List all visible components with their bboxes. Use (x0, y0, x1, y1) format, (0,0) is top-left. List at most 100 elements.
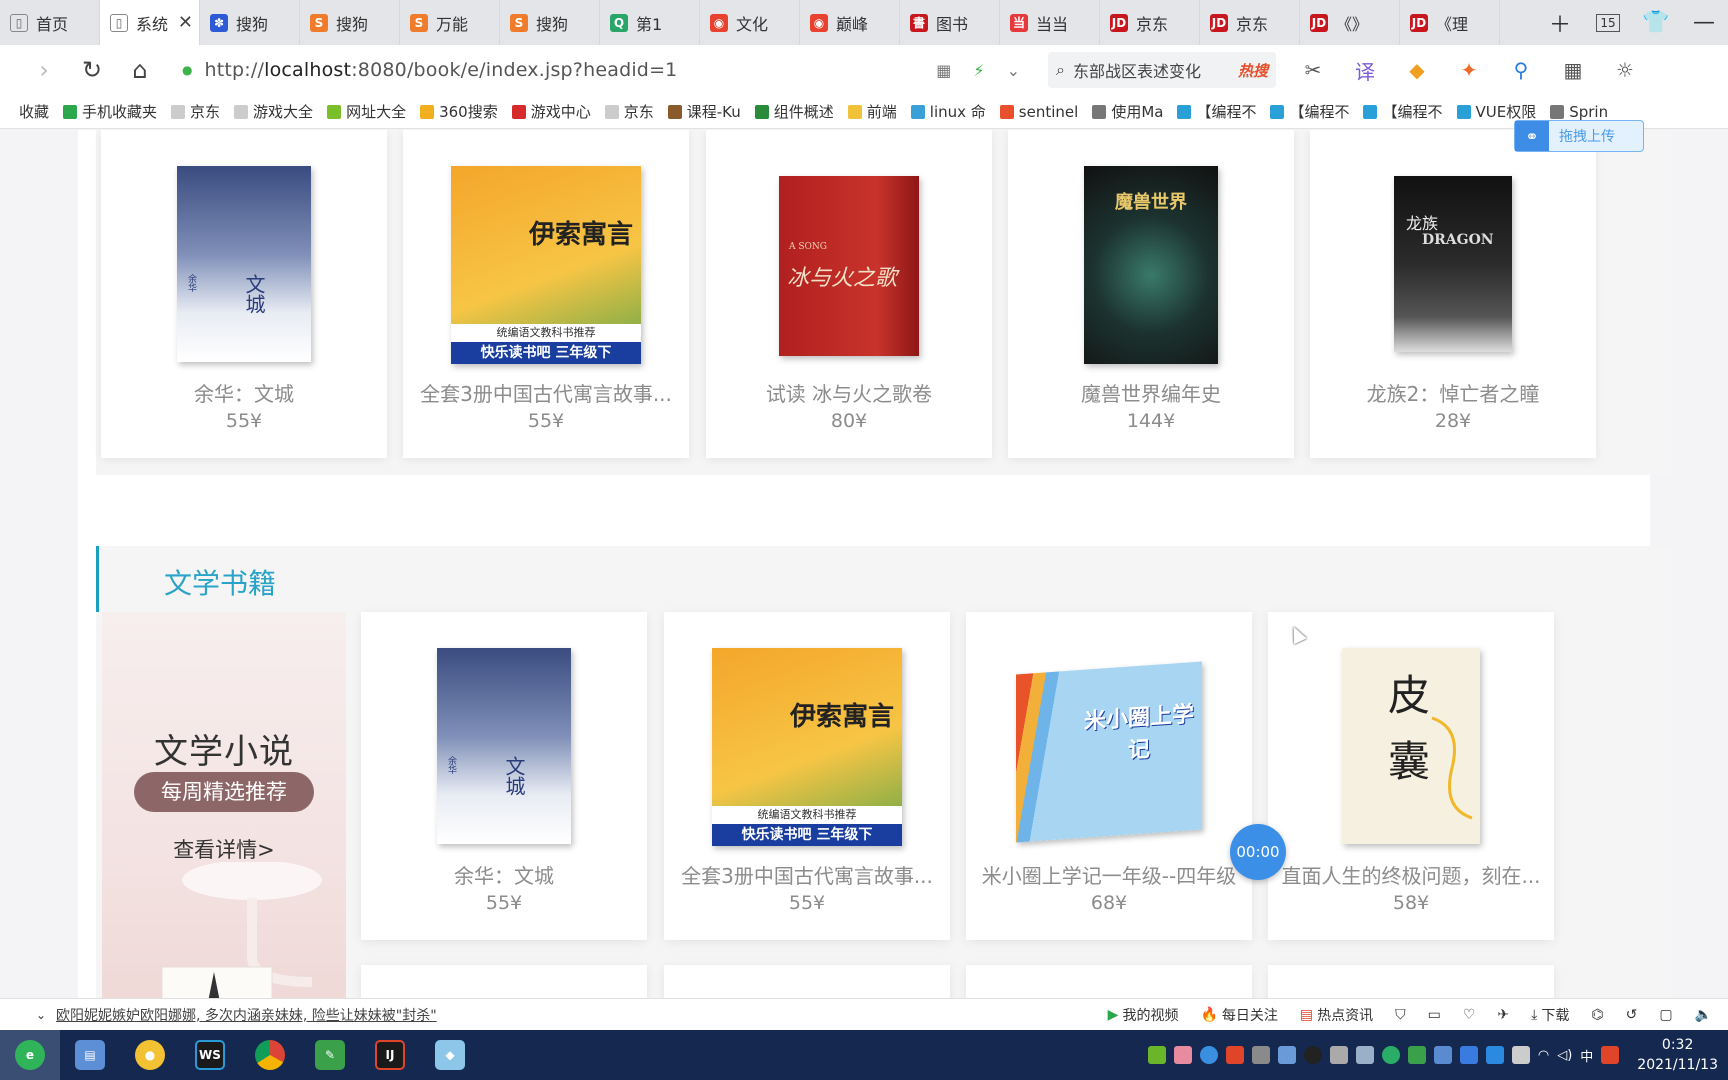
book-cover[interactable]: 皮 囊 (1342, 648, 1480, 844)
book-cover[interactable]: 文城 余华 (177, 166, 311, 362)
lightning-icon[interactable]: ⚡ (973, 61, 984, 80)
bookmark-item[interactable]: 网址大全 (327, 101, 406, 122)
book-cover[interactable]: 龙族 DRAGON (1394, 166, 1512, 352)
taskbar-qq-app[interactable]: ● (120, 1030, 180, 1080)
book-title[interactable]: 余华：文城 (369, 860, 639, 889)
ime-indicator[interactable]: 中 (1580, 1046, 1593, 1065)
qr-code-icon[interactable]: ▦ (936, 61, 951, 80)
tab-count-button[interactable]: 15 (1584, 0, 1632, 45)
bookmark-item[interactable]: 前端 (847, 101, 897, 122)
recording-timer[interactable]: 00:00 (1230, 824, 1286, 880)
bookmark-item[interactable]: 京东 (171, 101, 220, 122)
browser-tab[interactable]: ✽ 搜狗 (200, 0, 300, 45)
chevron-down-icon[interactable]: ⌄ (36, 1008, 46, 1022)
tool-icon[interactable] (1251, 1046, 1270, 1064)
window-icon[interactable]: ▢ (1659, 1007, 1672, 1023)
bookmark-item[interactable]: 使用Ma (1092, 101, 1163, 122)
taskbar-notepad-app[interactable]: ✎ (300, 1030, 360, 1080)
usb-icon[interactable] (1329, 1046, 1348, 1064)
book-title[interactable]: 米小圈上学记一年级--四年级 (974, 860, 1244, 889)
sogou-ime-icon[interactable] (1601, 1046, 1620, 1064)
wechat-icon[interactable] (1381, 1046, 1400, 1064)
browser-tab[interactable]: JD 《》 (1300, 0, 1400, 45)
hot-search-label[interactable]: 热搜 (1238, 60, 1268, 81)
bookmark-item[interactable]: 组件概述 (754, 101, 834, 122)
game-icon[interactable]: ✦ (1450, 52, 1488, 88)
drag-upload-button[interactable]: ⚭ 拖拽上传 (1514, 120, 1644, 152)
speaker-icon[interactable]: ◁) (1557, 1048, 1572, 1063)
new-tab-button[interactable]: ＋ (1536, 0, 1584, 45)
battery-icon[interactable] (1511, 1046, 1530, 1064)
brightness-icon[interactable]: ☼ (1606, 52, 1644, 88)
book-card[interactable]: 米小圈上学记 米小圈上学记一年级--四年级 68¥ (966, 612, 1252, 940)
browser-tab[interactable]: ▯ 首页 (0, 0, 100, 45)
cloud-icon[interactable] (1355, 1046, 1374, 1064)
book-title[interactable]: 全套3册中国古代寓言故事... (672, 860, 942, 889)
book-card-placeholder[interactable] (966, 965, 1252, 998)
book-title[interactable]: 魔兽世界编年史 (1016, 378, 1286, 407)
minimize-button[interactable]: — (1680, 0, 1728, 45)
image-icon[interactable]: ▭ (1428, 1007, 1441, 1023)
system-clock[interactable]: 0:32 2021/11/13 (1637, 1035, 1718, 1075)
book-title[interactable]: 试读 冰与火之歌卷 (714, 378, 984, 407)
bookmark-item[interactable]: 游戏大全 (234, 101, 313, 122)
book-card[interactable]: 皮 囊 直面人生的终极问题，刻在... 58¥ (1268, 612, 1554, 940)
news-ticker-link[interactable]: 欧阳妮妮嫉妒欧阳娜娜, 多次内涵亲妹妹, 险些让妹妹被"封杀" (56, 1005, 437, 1025)
shield-icon[interactable]: ⛉ (1395, 1007, 1406, 1023)
book-cover[interactable]: 伊索寓言 统编语文教科书推荐 快乐读书吧 三年级下 (712, 648, 902, 846)
browser-tab[interactable]: 当 当当 (1000, 0, 1100, 45)
bookmark-item[interactable]: 【编程不 (1363, 101, 1443, 122)
browser-tab[interactable]: S 搜狗 (300, 0, 400, 45)
browser-tab[interactable]: S 万能 (400, 0, 500, 45)
taskbar-webstorm-app[interactable]: WS (180, 1030, 240, 1080)
search-input[interactable]: ⌕ 东部战区表述变化 热搜 (1048, 52, 1276, 88)
coupon-icon[interactable]: ◆ (1398, 52, 1436, 88)
bookmark-item[interactable]: 京东 (604, 101, 654, 122)
book-cover[interactable]: A SONG 冰与火之歌 (779, 166, 919, 356)
browser-tab[interactable]: 書 图书 (900, 0, 1000, 45)
browser-tab[interactable]: S 搜狗 (500, 0, 600, 45)
bookmark-item[interactable]: VUE权限 (1456, 101, 1536, 122)
browser-tab[interactable]: ▯ 系统 ✕ (100, 0, 200, 45)
bookmark-item[interactable]: Sprin (1550, 103, 1608, 121)
bookmark-item[interactable]: 【编程不 (1270, 101, 1349, 122)
home-button[interactable]: ⌂ (116, 48, 164, 92)
book-title[interactable]: 龙族2：悼亡者之瞳 (1318, 378, 1588, 407)
browser-tab[interactable]: JD 京东 (1200, 0, 1300, 45)
book-cover[interactable]: 米小圈上学记 (1016, 648, 1202, 843)
promo-more-link[interactable]: 查看详情> (102, 834, 346, 864)
chat-icon[interactable] (1199, 1046, 1218, 1064)
file-icon[interactable] (1277, 1046, 1296, 1064)
book-card[interactable]: A SONG 冰与火之歌 试读 冰与火之歌卷 80¥ (706, 130, 992, 458)
book-title[interactable]: 全套3册中国古代寓言故事... (411, 378, 681, 407)
history-icon[interactable]: ↺ (1626, 1007, 1638, 1023)
security-tray-icon[interactable] (1225, 1046, 1244, 1064)
cleanup-icon[interactable]: ⌬ (1591, 1007, 1603, 1023)
book-cover[interactable]: 魔兽世界 (1084, 166, 1218, 364)
browser-tab[interactable]: JD 《理 (1400, 0, 1500, 45)
bookmark-item[interactable]: sentinel (999, 103, 1078, 121)
nvidia-icon[interactable] (1147, 1046, 1166, 1064)
wifi-icon[interactable]: ◠ (1538, 1048, 1549, 1063)
browser-tab[interactable]: ◉ 巅峰 (800, 0, 900, 45)
book-card[interactable]: 伊索寓言 统编语文教科书推荐 快乐读书吧 三年级下 全套3册中国古代寓言故事..… (664, 612, 950, 940)
browser-tab[interactable]: ◉ 文化 (700, 0, 800, 45)
taskbar-explorer-app[interactable]: ▤ (60, 1030, 120, 1080)
bookmark-item[interactable]: 课程-Ku (667, 101, 741, 122)
qq-tray-icon[interactable] (1303, 1046, 1322, 1064)
apps-grid-icon[interactable]: ▦ (1554, 52, 1592, 88)
bookmark-item[interactable]: 360搜索 (420, 101, 498, 122)
bookmark-item[interactable]: linux 命 (910, 101, 986, 122)
taskbar-browser-app[interactable]: e (0, 1030, 60, 1080)
book-card[interactable]: 伊索寓言 统编语文教科书推荐 快乐读书吧 三年级下 全套3册中国古代寓言故事..… (403, 130, 689, 458)
bookmark-item[interactable]: 【编程不 (1177, 101, 1256, 122)
book-card-placeholder[interactable] (361, 965, 647, 998)
close-tab-icon[interactable]: ✕ (178, 12, 193, 33)
book-card-placeholder[interactable] (1268, 965, 1554, 998)
baidu-icon[interactable] (1459, 1046, 1478, 1064)
skin-icon[interactable]: 👕 (1632, 0, 1680, 45)
reload-button[interactable]: ↻ (68, 48, 116, 92)
scissors-icon[interactable]: ✂ (1294, 52, 1332, 88)
hot-news-item[interactable]: ▤ 热点资讯 (1300, 1005, 1373, 1025)
browser-tab[interactable]: Q 第1 (600, 0, 700, 45)
